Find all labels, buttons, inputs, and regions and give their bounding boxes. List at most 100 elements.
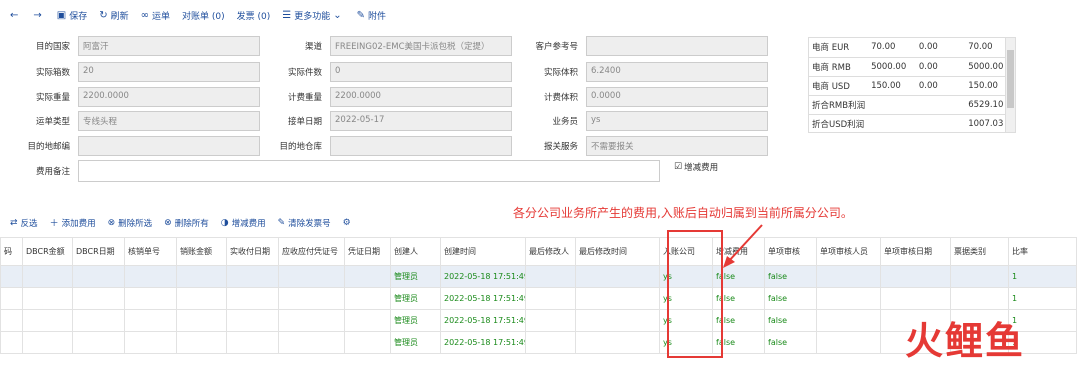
currency-cell: 70.00 bbox=[868, 38, 916, 58]
table-cell: 管理员 bbox=[390, 287, 441, 310]
col-header[interactable]: 码 bbox=[0, 237, 23, 266]
input-recv-date[interactable]: 2022-05-17 bbox=[330, 111, 512, 131]
scroll-thumb[interactable] bbox=[1007, 50, 1014, 108]
statement-button[interactable]: 对账单 (0) bbox=[182, 9, 225, 22]
col-header[interactable]: 票据类别 bbox=[950, 237, 1009, 266]
label-chg-volume: 计费体积 bbox=[543, 93, 578, 103]
adj-fee-checkbox-group[interactable]: ☑ 增减费用 bbox=[674, 161, 718, 173]
col-header[interactable]: DBCR金额 bbox=[22, 237, 73, 266]
adjust-fee-label: 增减费用 bbox=[231, 218, 266, 229]
currency-row: 电商 USD 150.00 0.00 150.00 bbox=[809, 76, 1015, 96]
col-header[interactable]: 单项审核日期 bbox=[880, 237, 951, 266]
field-volume: 实际体积 6.2400 bbox=[518, 62, 768, 82]
input-dest-wh[interactable] bbox=[330, 136, 512, 156]
invoice-button[interactable]: 发票 (0) bbox=[237, 9, 271, 22]
save-button[interactable]: ▣ 保存 bbox=[57, 9, 87, 22]
highlight-box bbox=[667, 230, 723, 358]
forward-button[interactable]: → bbox=[33, 10, 44, 21]
delete-selected-button[interactable]: ⊗ 删除所选 bbox=[108, 217, 153, 229]
clear-invoice-button[interactable]: ✎ 清除发票号 bbox=[278, 217, 331, 229]
delete-icon: ⊗ bbox=[107, 217, 116, 228]
table-cell bbox=[124, 309, 177, 332]
table-cell bbox=[950, 287, 1009, 310]
more-button[interactable]: ☰ 更多功能 ⌄ bbox=[282, 9, 344, 22]
attachment-label: 附件 bbox=[368, 11, 387, 22]
col-header[interactable]: 创建人 bbox=[390, 237, 441, 266]
currency-table: 电商 EUR 70.00 0.00 70.00 电商 RMB 5000.00 0.00 50… bbox=[809, 38, 1015, 132]
label-dest-country: 目的国家 bbox=[35, 42, 70, 52]
table-cell: 2022-05-18 17:51:49 bbox=[440, 331, 526, 354]
delete-selected-label: 删除所选 bbox=[118, 218, 153, 229]
field-chg-volume: 计费体积 0.0000 bbox=[518, 87, 768, 107]
label-recv-date: 接单日期 bbox=[287, 117, 322, 127]
input-pieces[interactable]: 0 bbox=[330, 62, 512, 82]
attachment-button[interactable]: ✎ 附件 bbox=[357, 9, 386, 22]
table-cell bbox=[176, 265, 227, 288]
delete-all-label: 删除所有 bbox=[174, 218, 209, 229]
back-button[interactable]: ← bbox=[10, 10, 21, 21]
table-cell bbox=[525, 265, 576, 288]
col-header[interactable]: 实收付日期 bbox=[226, 237, 279, 266]
table-cell bbox=[72, 287, 125, 310]
fee-toolbar: ⇄ 反选 ＋添加费用 ⊗ 删除所选 ⊗ 删除所有 ◑ 增减费用 ✎ 清除发票号 ⚙ bbox=[10, 216, 366, 230]
adjust-fee-button[interactable]: ◑ 增减费用 bbox=[221, 217, 266, 229]
col-header[interactable]: 单项审核人员 bbox=[816, 237, 881, 266]
clear-invoice-label: 清除发票号 bbox=[288, 218, 331, 229]
col-header[interactable]: 应收应付凭证号 bbox=[278, 237, 345, 266]
table-cell bbox=[575, 331, 660, 354]
input-customs[interactable]: 不需要报关 bbox=[586, 136, 768, 156]
label-ship-type: 运单类型 bbox=[35, 117, 70, 127]
table-cell: 2022-05-18 17:51:49 bbox=[440, 287, 526, 310]
input-channel[interactable]: FREEING02-EMC美国卡派包税（定提） bbox=[330, 36, 512, 56]
col-header[interactable]: 核销单号 bbox=[124, 237, 177, 266]
input-dest-zip[interactable] bbox=[78, 136, 260, 156]
col-header[interactable]: 销账金额 bbox=[176, 237, 227, 266]
input-cust-ref[interactable] bbox=[586, 36, 768, 56]
menu-icon: ☰ bbox=[282, 9, 292, 21]
col-header[interactable]: 创建时间 bbox=[440, 237, 526, 266]
input-boxes[interactable]: 20 bbox=[78, 62, 260, 82]
table-cell bbox=[344, 265, 391, 288]
field-dest-country: 目的国家 阿富汗 bbox=[10, 36, 260, 56]
col-header[interactable]: 凭证日期 bbox=[344, 237, 391, 266]
col-header[interactable]: DBCR日期 bbox=[72, 237, 125, 266]
field-recv-date: 接单日期 2022-05-17 bbox=[262, 111, 512, 131]
col-header[interactable]: 单项审核 bbox=[764, 237, 817, 266]
col-header[interactable]: 比率 bbox=[1008, 237, 1077, 266]
input-fee-note[interactable] bbox=[78, 160, 660, 182]
add-fee-button[interactable]: ＋添加费用 bbox=[50, 216, 96, 230]
input-weight[interactable]: 2200.0000 bbox=[78, 87, 260, 107]
invert-select-button[interactable]: ⇄ 反选 bbox=[10, 217, 38, 229]
currency-cell bbox=[868, 95, 916, 115]
input-dest-country[interactable]: 阿富汗 bbox=[78, 36, 260, 56]
input-salesman[interactable]: ys bbox=[586, 111, 768, 131]
refresh-button[interactable]: ↻ 刷新 bbox=[99, 9, 128, 22]
save-icon: ▣ bbox=[56, 9, 67, 21]
statement-label: 对账单 (0) bbox=[182, 11, 225, 22]
input-chg-weight[interactable]: 2200.0000 bbox=[330, 87, 512, 107]
table-cell bbox=[880, 287, 951, 310]
table-cell bbox=[226, 265, 279, 288]
checkbox-icon[interactable]: ☑ bbox=[674, 162, 682, 172]
table-cell bbox=[575, 265, 660, 288]
table-cell bbox=[124, 331, 177, 354]
table-cell: 2022-05-18 17:51:49 bbox=[440, 265, 526, 288]
table-cell bbox=[0, 265, 23, 288]
waybill-button[interactable]: ∞ 运单 bbox=[141, 9, 170, 22]
currency-row: 折合RMB利润 6529.10 bbox=[809, 95, 1015, 115]
input-ship-type[interactable]: 专线头程 bbox=[78, 111, 260, 131]
currency-cell: 电商 EUR bbox=[809, 38, 869, 58]
input-chg-volume[interactable]: 0.0000 bbox=[586, 87, 768, 107]
delete-all-button[interactable]: ⊗ 删除所有 bbox=[164, 217, 209, 229]
table-cell bbox=[72, 331, 125, 354]
input-volume[interactable]: 6.2400 bbox=[586, 62, 768, 82]
settings-button[interactable]: ⚙ bbox=[343, 218, 354, 228]
currency-scrollbar[interactable] bbox=[1005, 38, 1015, 132]
table-row[interactable]: 管理员 2022-05-18 17:51:49 ys false false 1 bbox=[0, 265, 1077, 288]
col-header[interactable]: 最后修改时间 bbox=[575, 237, 660, 266]
invert-select-label: 反选 bbox=[20, 218, 38, 229]
table-cell: 2022-05-18 17:51:49 bbox=[440, 309, 526, 332]
col-header[interactable]: 最后修改人 bbox=[525, 237, 576, 266]
table-cell bbox=[278, 331, 345, 354]
table-row[interactable]: 管理员 2022-05-18 17:51:49 ys false false 1 bbox=[0, 287, 1077, 310]
